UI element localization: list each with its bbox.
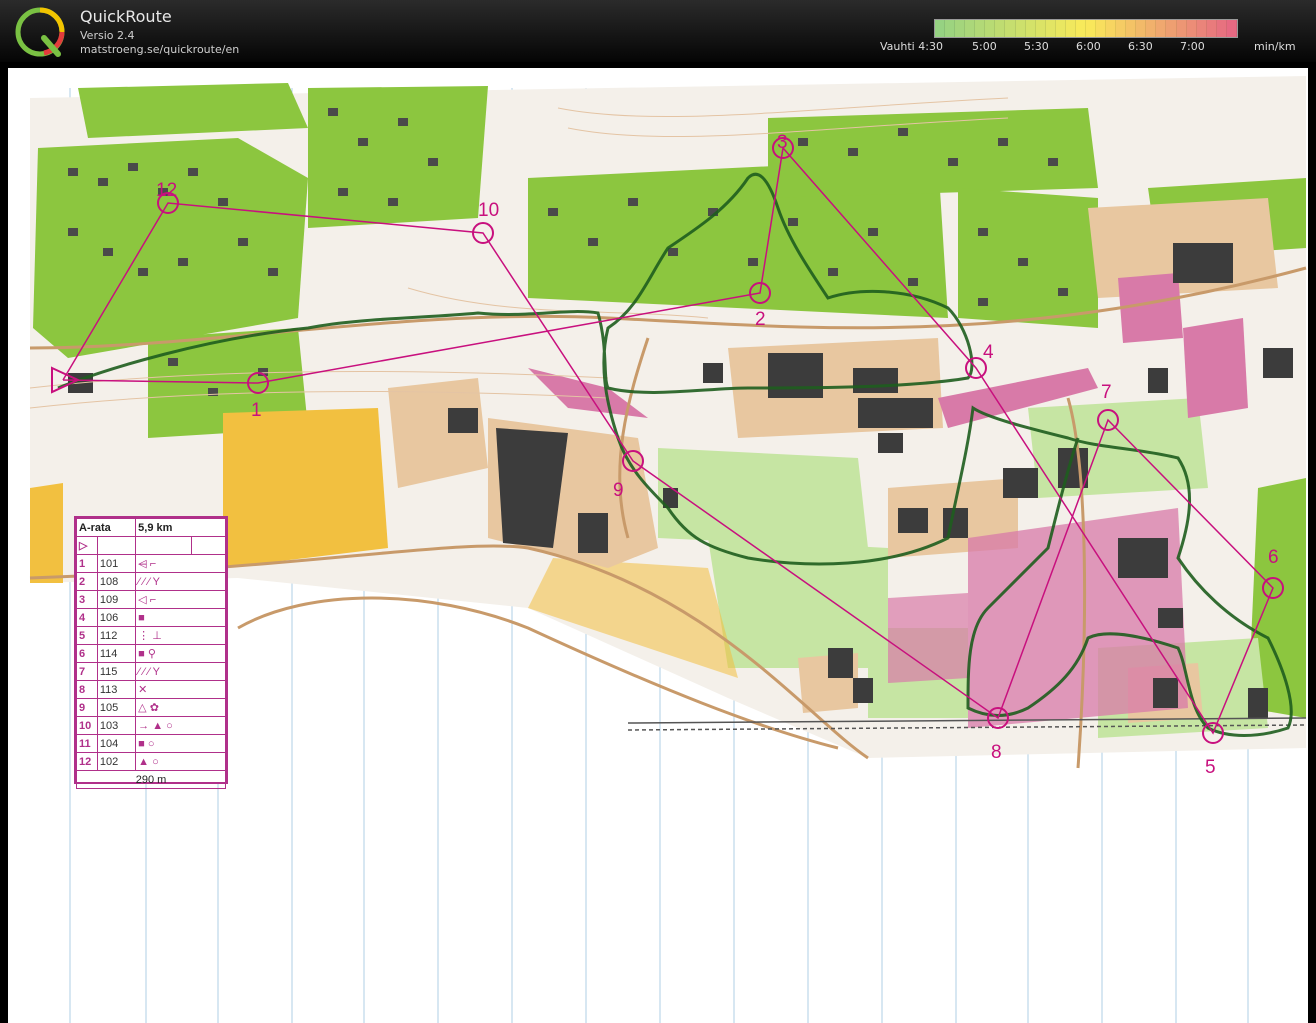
pace-scale-cell xyxy=(1055,20,1066,37)
pace-scale-cell xyxy=(935,20,946,37)
pace-scale-cell xyxy=(945,20,956,37)
pace-scale-cell xyxy=(1085,20,1096,37)
control-label-9: 9 xyxy=(613,480,624,501)
pace-scale-cell xyxy=(1005,20,1016,37)
control-row: 10 103 → ▲ ○ xyxy=(76,716,226,735)
control-label-7: 7 xyxy=(1101,382,1112,403)
pace-scale-cell xyxy=(1136,20,1147,37)
pace-scale-cell xyxy=(955,20,966,37)
app-version: Versio 2.4 xyxy=(80,29,135,42)
pace-tick: 6:30 xyxy=(1128,40,1153,53)
control-row: 6 114 ■ ⚲ xyxy=(76,644,226,663)
pace-scale-cell xyxy=(1176,20,1187,37)
pace-color-scale xyxy=(934,19,1238,38)
pace-tick: 5:00 xyxy=(972,40,997,53)
pace-tick: 7:00 xyxy=(1180,40,1205,53)
control-row: 11 104 ■ ○ xyxy=(76,734,226,753)
pace-scale-cell xyxy=(1015,20,1026,37)
pace-scale-cell xyxy=(1025,20,1036,37)
control-label-3: 3 xyxy=(777,132,788,153)
control-label-8: 8 xyxy=(991,742,1002,763)
pace-scale-cell xyxy=(965,20,976,37)
app-header: QuickRoute Versio 2.4 matstroeng.se/quic… xyxy=(0,0,1316,62)
pace-scale-cell xyxy=(1035,20,1046,37)
pace-tick: 5:30 xyxy=(1024,40,1049,53)
pace-scale-cell xyxy=(1156,20,1167,37)
pace-scale-cell xyxy=(1186,20,1197,37)
pace-scale-cell xyxy=(1146,20,1157,37)
course-length: 5,9 km xyxy=(135,518,226,537)
pace-scale-cell xyxy=(1106,20,1117,37)
pace-scale-cell xyxy=(1206,20,1217,37)
pace-tick: 6:00 xyxy=(1076,40,1101,53)
control-label-4: 4 xyxy=(983,342,994,363)
control-row: 8 113 ✕ xyxy=(76,680,226,699)
pace-scale-cell xyxy=(1116,20,1127,37)
quickroute-logo xyxy=(15,7,65,57)
control-description-card: A-rata 5,9 km ▷ 1 101 ◁̶ ⌐ 2 108 ⁄ ⁄ ⁄ Y 3 10… xyxy=(74,516,228,789)
app-url: matstroeng.se/quickroute/en xyxy=(80,43,240,56)
course-name: A-rata xyxy=(75,518,137,537)
pace-scale-cell xyxy=(985,20,996,37)
control-label-5: 5 xyxy=(1205,757,1216,778)
orienteering-map[interactable]: 1 2 3 4 5 6 7 8 9 10 12 A-rata 5,9 km ▷ … xyxy=(8,68,1308,1023)
pace-scale-cell xyxy=(1075,20,1086,37)
finish-distance: 290 m xyxy=(76,770,226,789)
control-row: 7 115 ⁄ ⁄ ⁄ Y xyxy=(76,662,226,681)
control-label-2: 2 xyxy=(755,309,766,330)
pace-scale-cell xyxy=(1226,20,1237,37)
pace-tick: 4:30 xyxy=(918,40,943,53)
pace-scale-cell xyxy=(975,20,986,37)
start-symbol: ▷ xyxy=(76,536,98,555)
pace-scale-cell xyxy=(1065,20,1076,37)
pace-scale-cell xyxy=(1216,20,1227,37)
control-row: 4 106 ■ xyxy=(76,608,226,627)
control-row: 1 101 ◁̶ ⌐ xyxy=(76,554,226,573)
control-row: 12 102 ▲ ○ xyxy=(76,752,226,771)
pace-scale-cell xyxy=(1126,20,1137,37)
pace-scale-cell xyxy=(1045,20,1056,37)
control-label-1: 1 xyxy=(251,400,262,421)
control-row: 3 109 ◁ ⌐ xyxy=(76,590,226,609)
pace-scale-cell xyxy=(1166,20,1177,37)
pace-scale-label: Vauhti xyxy=(880,40,915,53)
control-row: 5 112 ⋮ ⊥ xyxy=(76,626,226,645)
control-label-6: 6 xyxy=(1268,547,1279,568)
control-row: 2 108 ⁄ ⁄ ⁄ Y xyxy=(76,572,226,591)
control-label-12: 12 xyxy=(156,180,177,201)
pace-scale-cell xyxy=(995,20,1006,37)
control-label-10: 10 xyxy=(478,200,499,221)
pace-scale-cell xyxy=(1196,20,1207,37)
pace-scale-cell xyxy=(1096,20,1107,37)
control-row: 9 105 △ ✿ xyxy=(76,698,226,717)
pace-unit: min/km xyxy=(1254,40,1296,53)
app-title: QuickRoute xyxy=(80,7,172,26)
